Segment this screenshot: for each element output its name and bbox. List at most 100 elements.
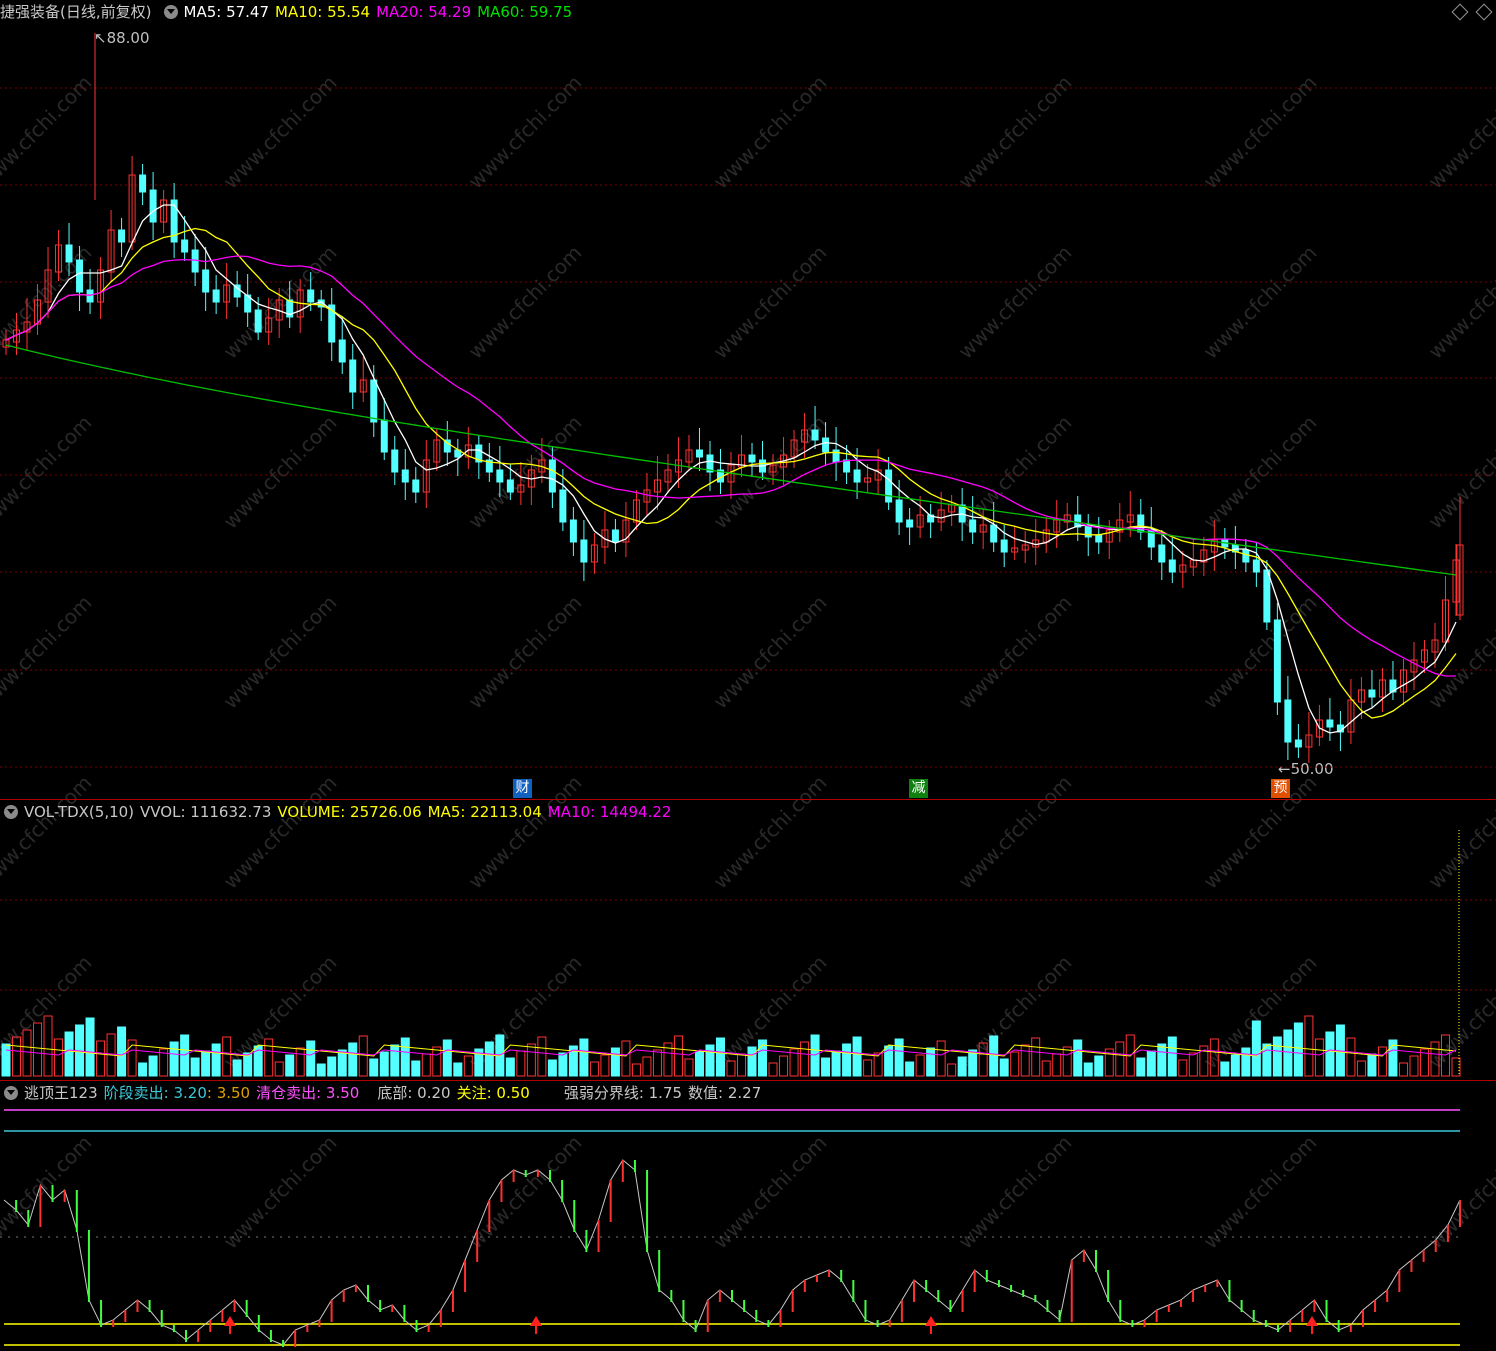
volume-bar xyxy=(768,1062,778,1077)
volume-bar xyxy=(327,1056,337,1077)
volume-bar xyxy=(1136,1057,1146,1077)
candle-body xyxy=(412,479,420,493)
volume-bar xyxy=(1346,1037,1356,1077)
stock-chart-canvas[interactable] xyxy=(0,0,1496,1351)
candle-body xyxy=(1263,569,1271,623)
candle-body xyxy=(1000,539,1008,553)
volume-bar xyxy=(274,1061,284,1077)
volume-bar xyxy=(85,1017,95,1077)
volume-bar xyxy=(726,1060,736,1077)
volume-bar xyxy=(1,1043,11,1077)
volume-bar xyxy=(285,1054,295,1077)
volume-bar xyxy=(715,1037,725,1077)
volume-bar xyxy=(1251,1020,1261,1077)
volume-bar xyxy=(369,1058,379,1077)
volume-bar xyxy=(358,1035,368,1077)
candle-body xyxy=(1252,559,1260,573)
volume-bar xyxy=(526,1043,536,1077)
volume-bar xyxy=(1157,1043,1167,1077)
volume-bar xyxy=(390,1044,400,1077)
volume-bar xyxy=(1283,1029,1293,1077)
candle-body xyxy=(149,189,157,223)
candle-body xyxy=(1368,689,1376,698)
volume-bar xyxy=(421,1053,431,1077)
volume-bar xyxy=(1209,1038,1219,1077)
volume-bar xyxy=(306,1040,316,1077)
volume-bar xyxy=(33,1022,43,1077)
volume-bar xyxy=(821,1057,831,1077)
volume-bar xyxy=(905,1061,915,1077)
volume-bar xyxy=(348,1042,358,1077)
candle-body xyxy=(349,359,357,393)
volume-bar xyxy=(800,1041,810,1077)
volume-bar xyxy=(411,1060,421,1077)
candle-body xyxy=(885,469,893,503)
volume-bar xyxy=(673,1035,683,1077)
volume-bar xyxy=(1304,1015,1314,1077)
candle-body xyxy=(1326,719,1334,728)
volume-bar xyxy=(947,1063,957,1077)
volume-bar xyxy=(926,1047,936,1077)
volume-bar xyxy=(54,1038,64,1077)
volume-bar xyxy=(842,1043,852,1077)
volume-bar xyxy=(652,1049,662,1077)
volume-bar xyxy=(705,1044,715,1077)
volume-bar xyxy=(863,1059,873,1077)
volume-bar xyxy=(117,1026,127,1077)
volume-bar xyxy=(1314,1038,1324,1077)
candle-body xyxy=(181,239,189,253)
candle-body xyxy=(370,379,378,423)
candle-body xyxy=(1095,534,1103,543)
volume-bar xyxy=(1430,1041,1440,1077)
candle-body xyxy=(86,289,94,303)
volume-bar xyxy=(138,1062,148,1077)
volume-bar xyxy=(1188,1052,1198,1077)
volume-bar xyxy=(1062,1046,1072,1077)
volume-bar xyxy=(631,1063,641,1077)
volume-bar xyxy=(463,1055,473,1077)
candle-body xyxy=(822,437,830,453)
volume-bar xyxy=(232,1059,242,1077)
candle-body xyxy=(748,454,756,463)
volume-bar xyxy=(957,1056,967,1077)
volume-bar xyxy=(1167,1036,1177,1077)
volume-bar xyxy=(747,1046,757,1077)
volume-ma5-line xyxy=(5,1044,1457,1057)
volume-bar xyxy=(1146,1050,1156,1077)
candle-body xyxy=(580,539,588,563)
volume-bar xyxy=(1377,1046,1387,1077)
volume-bar xyxy=(694,1051,704,1077)
candle-body xyxy=(611,529,619,543)
candle-body xyxy=(118,229,126,243)
volume-bar xyxy=(1356,1060,1366,1077)
volume-bar xyxy=(148,1055,158,1077)
volume-bar xyxy=(894,1038,904,1077)
volume-bar xyxy=(978,1042,988,1077)
volume-bar xyxy=(12,1036,22,1077)
candle-body xyxy=(569,519,577,543)
volume-bar xyxy=(1367,1053,1377,1077)
candle-body xyxy=(307,289,315,303)
volume-bar xyxy=(516,1050,526,1077)
volume-bar xyxy=(1031,1037,1041,1077)
volume-bar xyxy=(1083,1062,1093,1077)
volume-bar xyxy=(915,1054,925,1077)
volume-bar xyxy=(1220,1061,1230,1077)
volume-bar xyxy=(264,1038,274,1077)
volume-bar xyxy=(1230,1054,1240,1077)
volume-bar xyxy=(1272,1036,1282,1077)
volume-bar xyxy=(537,1036,547,1077)
volume-bar xyxy=(22,1029,32,1077)
candle-body xyxy=(76,259,84,293)
candle-body xyxy=(338,339,346,363)
candle-body xyxy=(139,174,147,193)
volume-bar xyxy=(999,1058,1009,1077)
candle-body xyxy=(548,459,556,493)
volume-bar xyxy=(43,1015,53,1077)
candle-body xyxy=(1158,544,1166,563)
candle-body xyxy=(1168,559,1176,573)
candle-body xyxy=(969,519,977,533)
volume-bar xyxy=(779,1055,789,1077)
volume-bar xyxy=(684,1058,694,1077)
volume-bar xyxy=(211,1043,221,1077)
